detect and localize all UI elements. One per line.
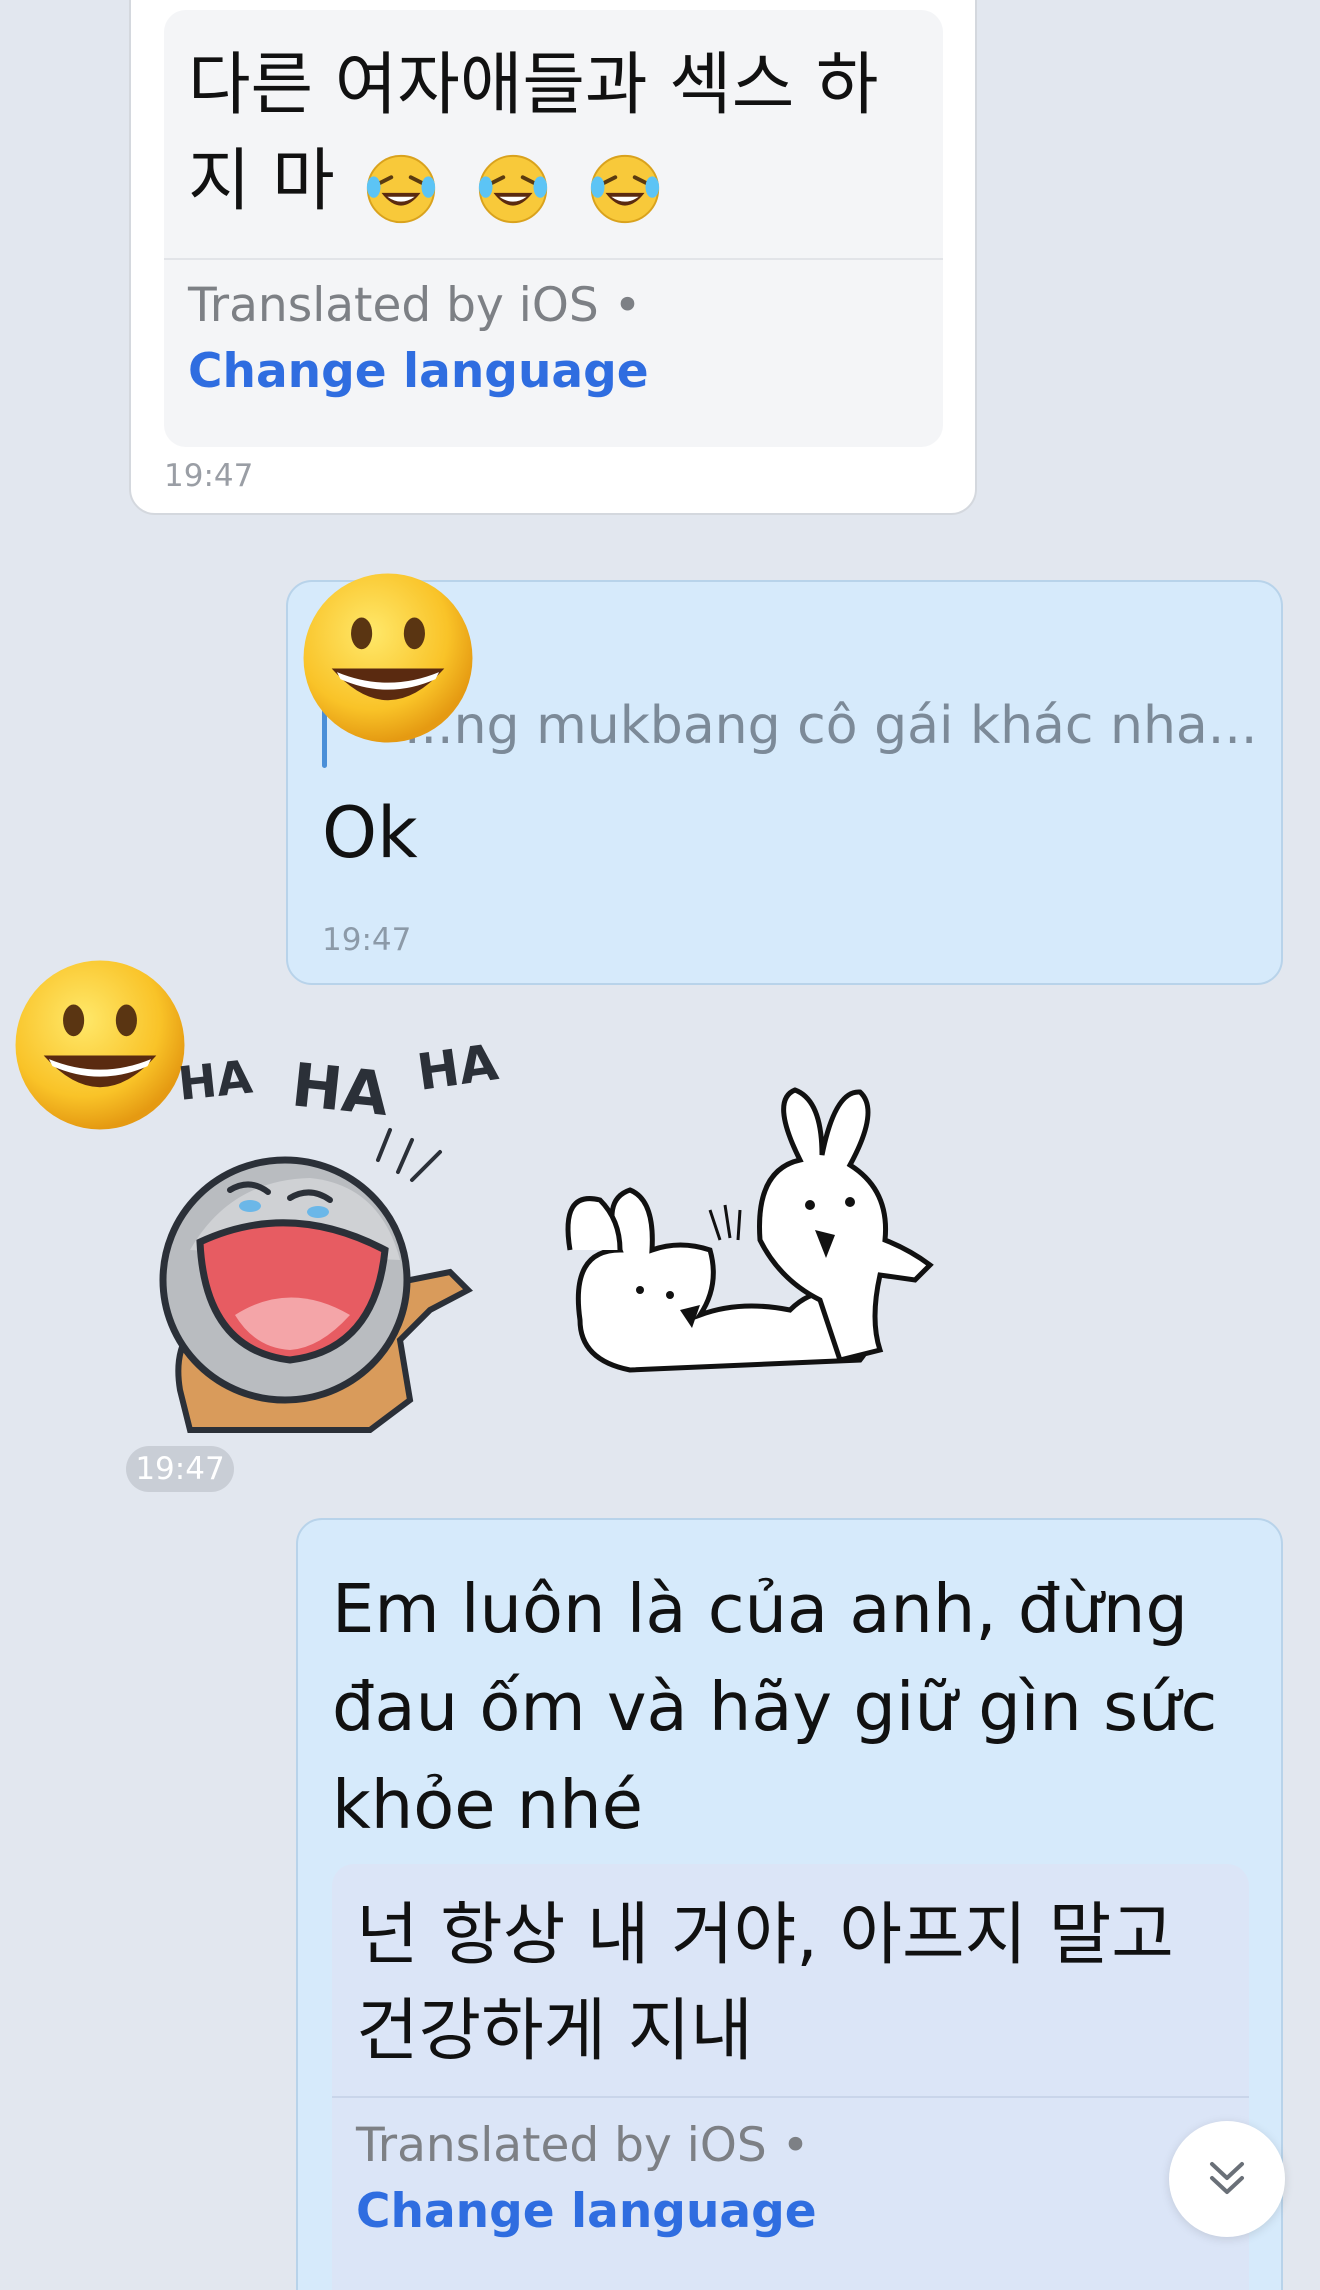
sticker-ha-text: HA bbox=[414, 1033, 502, 1102]
incoming-message-bubble[interactable]: 다른 여자애들과 섹스 하지 마 Translated by iOS • Cha… bbox=[129, 0, 977, 515]
outgoing-message-bubble[interactable]: Em luôn là của anh, đừng đau ốm và hãy g… bbox=[296, 1518, 1283, 2290]
sticker-ha-text: HA bbox=[288, 1050, 392, 1130]
change-language-link[interactable]: Change language bbox=[188, 344, 649, 399]
translated-by-label: Translated by iOS • bbox=[356, 2118, 810, 2173]
chat-screen: 다른 여자애들과 섹스 하지 마 Translated by iOS • Cha… bbox=[0, 0, 1320, 2290]
translated-by-label: Translated by iOS • bbox=[188, 278, 642, 333]
sticker-time-badge: 19:47 bbox=[126, 1446, 234, 1492]
divider bbox=[332, 2096, 1249, 2098]
divider bbox=[164, 258, 943, 260]
laughing-character-sticker[interactable]: HA HA HA bbox=[150, 1010, 530, 1440]
double-chevron-down-icon bbox=[1210, 2162, 1244, 2194]
laughing-emojis bbox=[362, 137, 675, 233]
message-text: Em luôn là của anh, đừng đau ốm và hãy g… bbox=[332, 1570, 1218, 1844]
message-time: 19:47 bbox=[322, 922, 412, 958]
laughing-emoji-icon bbox=[478, 154, 548, 223]
translation-card: 다른 여자애들과 섹스 하지 마 Translated by iOS • Cha… bbox=[164, 10, 943, 447]
message-time: 19:47 bbox=[164, 458, 254, 494]
translated-text: 넌 항상 내 거야, 아프지 말고 건강하게 지내 bbox=[356, 1896, 1174, 2071]
laughing-emoji-icon bbox=[590, 154, 659, 223]
translation-card: 넌 항상 내 거야, 아프지 말고 건강하게 지내 Translated by … bbox=[332, 1864, 1249, 2290]
scroll-to-bottom-button[interactable] bbox=[1169, 2121, 1285, 2237]
message-text: Ok bbox=[322, 792, 418, 874]
bunnies-sticker[interactable] bbox=[560, 1070, 980, 1410]
reply-quote-text: ...ng mukbang cô gái khác nha... bbox=[404, 696, 1258, 756]
laughing-emoji-icon bbox=[367, 154, 436, 223]
sticker-ha-text: HA bbox=[176, 1049, 256, 1110]
change-language-link[interactable]: Change language bbox=[356, 2184, 817, 2239]
grinning-face-reaction-icon[interactable] bbox=[300, 570, 476, 746]
translated-text: 다른 여자애들과 섹스 하지 마 bbox=[188, 38, 928, 233]
